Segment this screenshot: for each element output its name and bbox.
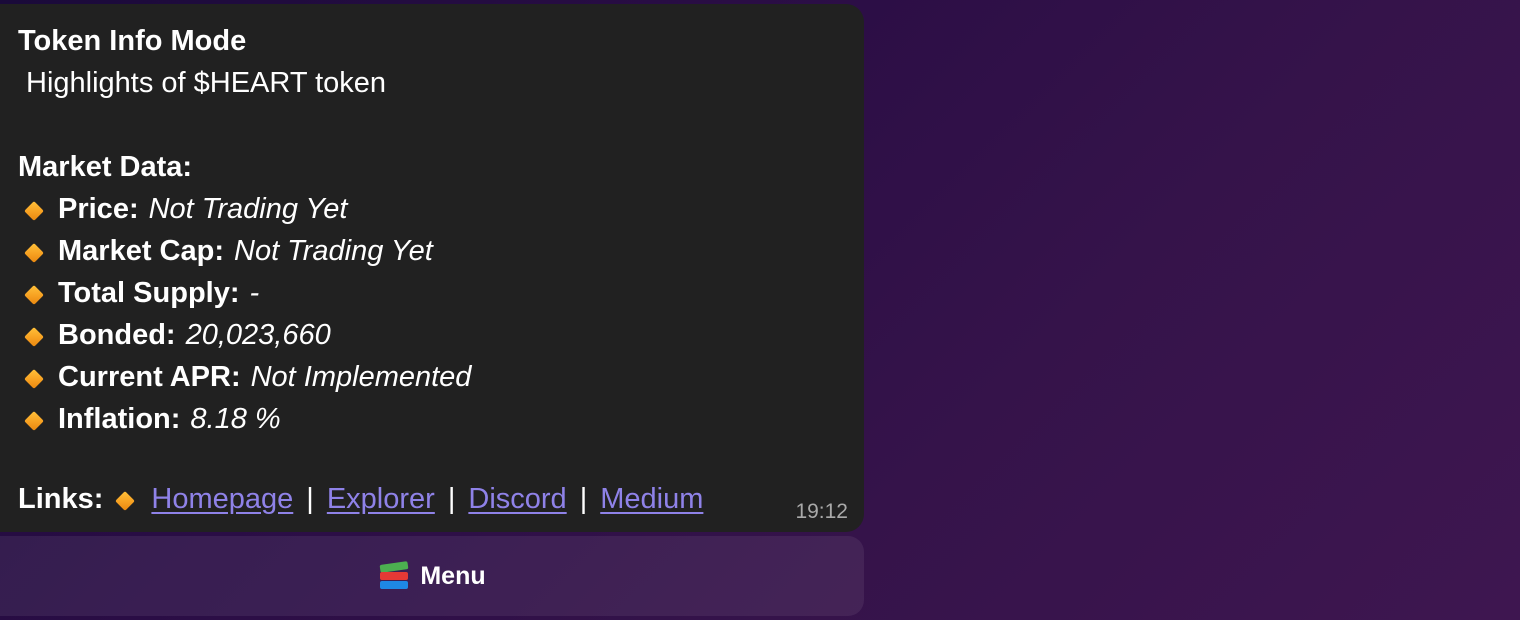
message-subtitle: Highlights of $HEART token (26, 67, 387, 99)
homepage-link[interactable]: Homepage (151, 483, 293, 515)
orange-diamond-icon (115, 491, 133, 509)
market-data-heading: Market Data: (18, 151, 193, 183)
books-icon (378, 561, 410, 591)
orange-diamond-icon (24, 243, 42, 261)
market-item-market-cap: Market Cap: Not Trading Yet (18, 230, 846, 272)
item-label: Market Cap: (58, 235, 224, 267)
orange-diamond-icon (24, 369, 42, 387)
market-item-total-supply: Total Supply: - (18, 272, 846, 314)
message-title: Token Info Mode (18, 25, 247, 57)
item-value: 8.18 % (190, 403, 281, 435)
orange-diamond-icon (24, 285, 42, 303)
market-item-inflation: Inflation: 8.18 % (18, 398, 846, 440)
menu-button[interactable]: Menu (0, 536, 864, 616)
item-label: Total Supply: (58, 277, 240, 309)
medium-link[interactable]: Medium (600, 483, 703, 515)
market-item-current-apr: Current APR: Not Implemented (18, 356, 846, 398)
item-value: Not Trading Yet (234, 235, 433, 267)
item-value: Not Implemented (250, 361, 472, 393)
message-bubble: Token Info Mode Highlights of $HEART tok… (0, 4, 864, 532)
explorer-link[interactable]: Explorer (327, 483, 435, 515)
links-label: Links: (18, 483, 104, 515)
menu-button-label: Menu (420, 561, 486, 590)
item-value: 20,023,660 (185, 319, 331, 351)
discord-link[interactable]: Discord (468, 483, 566, 515)
link-separator: | (306, 483, 314, 515)
item-label: Current APR: (58, 361, 241, 393)
item-value: - (249, 277, 260, 309)
links-line: Links: Homepage | Explorer | Discord | Medium (18, 478, 703, 520)
item-label: Price: (58, 193, 139, 225)
market-item-price: Price: Not Trading Yet (18, 188, 846, 230)
item-label: Inflation: (58, 403, 181, 435)
market-item-bonded: Bonded: 20,023,660 (18, 314, 846, 356)
link-separator: | (579, 483, 588, 515)
chat-area: Token Info Mode Highlights of $HEART tok… (0, 0, 1520, 620)
message-timestamp: 19:12 (795, 500, 848, 523)
orange-diamond-icon (24, 201, 42, 219)
orange-diamond-icon (24, 327, 42, 345)
orange-diamond-icon (24, 411, 42, 429)
link-separator: | (447, 483, 456, 515)
item-value: Not Trading Yet (148, 193, 348, 225)
item-label: Bonded: (58, 319, 176, 351)
